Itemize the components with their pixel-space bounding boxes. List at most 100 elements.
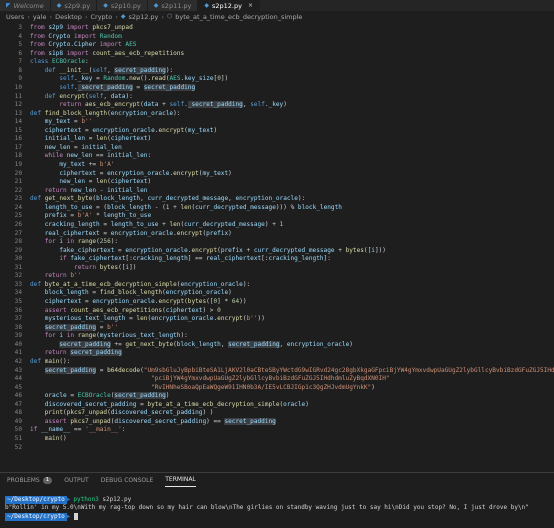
- line-number: 40: [14, 340, 22, 348]
- code-line[interactable]: 39 for i in range(mysterious_text_length…: [0, 332, 554, 341]
- tab-label: Welcome: [13, 1, 44, 10]
- code-text: from Crypto.Cipher import AES: [30, 41, 137, 49]
- code-line[interactable]: 32 return b'': [0, 272, 554, 281]
- code-line[interactable]: 40 secret_padding += get_next_byte(block…: [0, 340, 554, 350]
- code-line[interactable]: 22 return new_len - initial_len: [0, 187, 554, 196]
- code-line[interactable]: 44 "pciBjYW4gYmxvdwpUaGUgZ2lybGllcyBvbiB…: [0, 375, 554, 384]
- code-line[interactable]: 27 real_ciphertext = encryption_oracle.e…: [0, 230, 554, 239]
- code-line[interactable]: 23 def get_next_byte(block_length, curr_d…: [0, 195, 554, 204]
- code-line[interactable]: 47 discovered_secret_padding = byte_at_a…: [0, 401, 554, 410]
- line-number: 7: [18, 58, 22, 66]
- line-number: 45: [14, 383, 22, 391]
- terminal-input-line[interactable]: ~/Desktop/crypto ▶: [5, 512, 554, 521]
- code-text: return b'': [44, 272, 82, 280]
- code-line[interactable]: 9 self._key = Random.new().read(AES.key_…: [0, 75, 554, 84]
- tab-debug-console[interactable]: DEBUG CONSOLE: [101, 473, 154, 487]
- code-line[interactable]: 15 ciphertext = encryption_oracle.encryp…: [0, 127, 554, 136]
- tab-s2p10-py[interactable]: ◆ s2p10.py: [97, 0, 148, 11]
- terminal[interactable]: ~/Desktop/crypto ▶ python3 s2p12.py b"Roll…: [0, 487, 554, 521]
- tab-debug-console-label: DEBUG CONSOLE: [100, 476, 154, 484]
- line-number: 38: [14, 323, 22, 331]
- code-line[interactable]: 46 oracle = ECBOracle(secret_padding): [0, 392, 554, 401]
- line-number: 13: [14, 109, 22, 117]
- line-number: 31: [14, 263, 22, 271]
- code-line[interactable]: 35 ciphertext = encryption_oracle.encryp…: [0, 298, 554, 307]
- chevron-right-icon: ›: [84, 12, 88, 21]
- code-text: def find_block_length(encryption_oracle)…: [30, 109, 181, 117]
- code-line[interactable]: 10 self._secret_padding = secret_padding: [0, 83, 554, 93]
- code-line[interactable]: 42 def main():: [0, 358, 554, 367]
- code-line[interactable]: 7 class ECBOracle:: [0, 58, 554, 67]
- code-line[interactable]: 45 "RvIHNheSBoaQpEaWQgeW91IHN0b3A/IE5vLC…: [0, 384, 554, 393]
- code-line[interactable]: 11 def encrypt(self, data):: [0, 93, 554, 102]
- code-line[interactable]: 30 if fake_ciphertext[:cracking_length] …: [0, 255, 554, 264]
- line-number: 11: [14, 92, 22, 100]
- code-text: from s1p8 import count_aes_ecb_repetitio…: [30, 49, 185, 57]
- code-line[interactable]: 31 return bytes([i]): [0, 264, 554, 273]
- line-number: 30: [14, 255, 22, 263]
- code-line[interactable]: 49 assert pkcs7_unpad(discovered_secret_…: [0, 417, 554, 427]
- prompt-arrow-icon: ▶: [66, 512, 71, 520]
- code-text: if fake_ciphertext[:cracking_length] == …: [59, 255, 331, 263]
- tab-s2p12-py[interactable]: ◆ s2p12.py ×: [198, 0, 261, 11]
- code-line[interactable]: 8 def __init__(self, secret_padding):: [0, 66, 554, 76]
- chevron-right-icon: ›: [27, 12, 30, 21]
- code-line[interactable]: 17 new_len = initial_len: [0, 144, 554, 153]
- code-line[interactable]: 25 prefix = b'A' * length_to_use: [0, 212, 554, 221]
- tab-output[interactable]: OUTPUT: [64, 473, 88, 487]
- code-line[interactable]: 43 secret_padding = b64decode("Um9sbGluJ…: [0, 366, 554, 376]
- line-number: 18: [14, 152, 22, 160]
- code-line[interactable]: 14 my_text = b'': [0, 118, 554, 127]
- code-line[interactable]: 33 def byte_at_a_time_ecb_decryption_simp…: [0, 281, 554, 290]
- code-line[interactable]: 37 mysterious_text_length = len(encrypti…: [0, 315, 554, 324]
- code-line[interactable]: 51 main(): [0, 435, 554, 444]
- breadcrumb-item[interactable]: Crypto: [90, 13, 112, 21]
- code-line[interactable]: 12 return aes_ecb_encrypt(data + self._s…: [0, 101, 554, 110]
- breadcrumb-item[interactable]: Users: [6, 13, 24, 21]
- code-editor[interactable]: 3 from s2p9 import pkcs7_unpad 4 from Crypt…: [0, 24, 554, 472]
- code-line[interactable]: 29 fake_ciphertext = encryption_oracle.e…: [0, 247, 554, 256]
- line-number: 28: [14, 238, 22, 246]
- code-line[interactable]: 13 def find_block_length(encryption_oracl…: [0, 110, 554, 119]
- code-line[interactable]: 38 secret_padding = b'': [0, 323, 554, 333]
- code-line[interactable]: 5 from Crypto.Cipher import AES: [0, 41, 554, 50]
- code-line[interactable]: 4 from Crypto import Random: [0, 33, 554, 42]
- breadcrumb-item[interactable]: Desktop: [55, 13, 82, 21]
- line-number: 26: [14, 220, 22, 228]
- code-line[interactable]: 36 assert count_aes_ecb_repetitions(ciph…: [0, 307, 554, 316]
- tab-problems[interactable]: PROBLEMS 1: [7, 473, 53, 487]
- tab-label: s2p11.py: [161, 1, 192, 10]
- code-line[interactable]: 41 return secret_padding: [0, 349, 554, 358]
- code-line[interactable]: 50 if __name__ == '__main__':: [0, 426, 554, 435]
- tab-s2p11-py[interactable]: ◆ s2p11.py: [147, 0, 199, 11]
- line-number: 8: [18, 66, 22, 74]
- code-text: block_length = find_block_length(encrypt…: [44, 289, 232, 297]
- line-number: 9: [18, 75, 22, 83]
- code-line[interactable]: 24 length_to_use = (block_length - (1 + …: [0, 204, 554, 213]
- code-line[interactable]: 20 ciphertext = encryption_oracle.encryp…: [0, 170, 554, 179]
- breadcrumb-item[interactable]: yale: [33, 13, 47, 21]
- bottom-panel: PROBLEMS 1 OUTPUT DEBUG CONSOLE TERMINAL…: [0, 472, 554, 528]
- problems-count-badge: 1: [42, 476, 53, 484]
- tab-terminal[interactable]: TERMINAL: [165, 473, 196, 487]
- code-line[interactable]: 3 from s2p9 import pkcs7_unpad: [0, 24, 554, 33]
- tab-welcome[interactable]: ◤ Welcome: [0, 0, 51, 11]
- tab-label: s2p10.py: [110, 1, 141, 10]
- tab-s2p9-py[interactable]: ◆ s2p9.py: [50, 0, 98, 11]
- close-icon[interactable]: ×: [248, 2, 253, 9]
- code-line[interactable]: 28 for i in range(256):: [0, 238, 554, 247]
- breadcrumb-item[interactable]: byte_at_a_time_ecb_decryption_simple: [175, 13, 302, 21]
- code-text: initial_len = len(ciphertext): [44, 135, 152, 143]
- code-line[interactable]: 34 block_length = find_block_length(encr…: [0, 289, 554, 298]
- code-line[interactable]: 16 initial_len = len(ciphertext): [0, 135, 554, 144]
- code-line[interactable]: 6 from s1p8 import count_aes_ecb_repetiti…: [0, 50, 554, 59]
- code-line[interactable]: 26 cracking_length = length_to_use + len…: [0, 221, 554, 230]
- code-line[interactable]: 48 print(pkcs7_unpad(discovered_secret_p…: [0, 409, 554, 418]
- code-line[interactable]: 21 new_len = len(ciphertext): [0, 178, 554, 187]
- line-number: 42: [14, 357, 22, 365]
- code-line[interactable]: 18 while new_len == initial_len:: [0, 152, 554, 161]
- code-line[interactable]: 19 my_text += b'A': [0, 161, 554, 170]
- breadcrumb-item[interactable]: s2p12.py: [128, 13, 158, 21]
- code-line[interactable]: 52: [0, 444, 554, 453]
- code-text: ciphertext = encryption_oracle.encrypt(m…: [59, 169, 232, 177]
